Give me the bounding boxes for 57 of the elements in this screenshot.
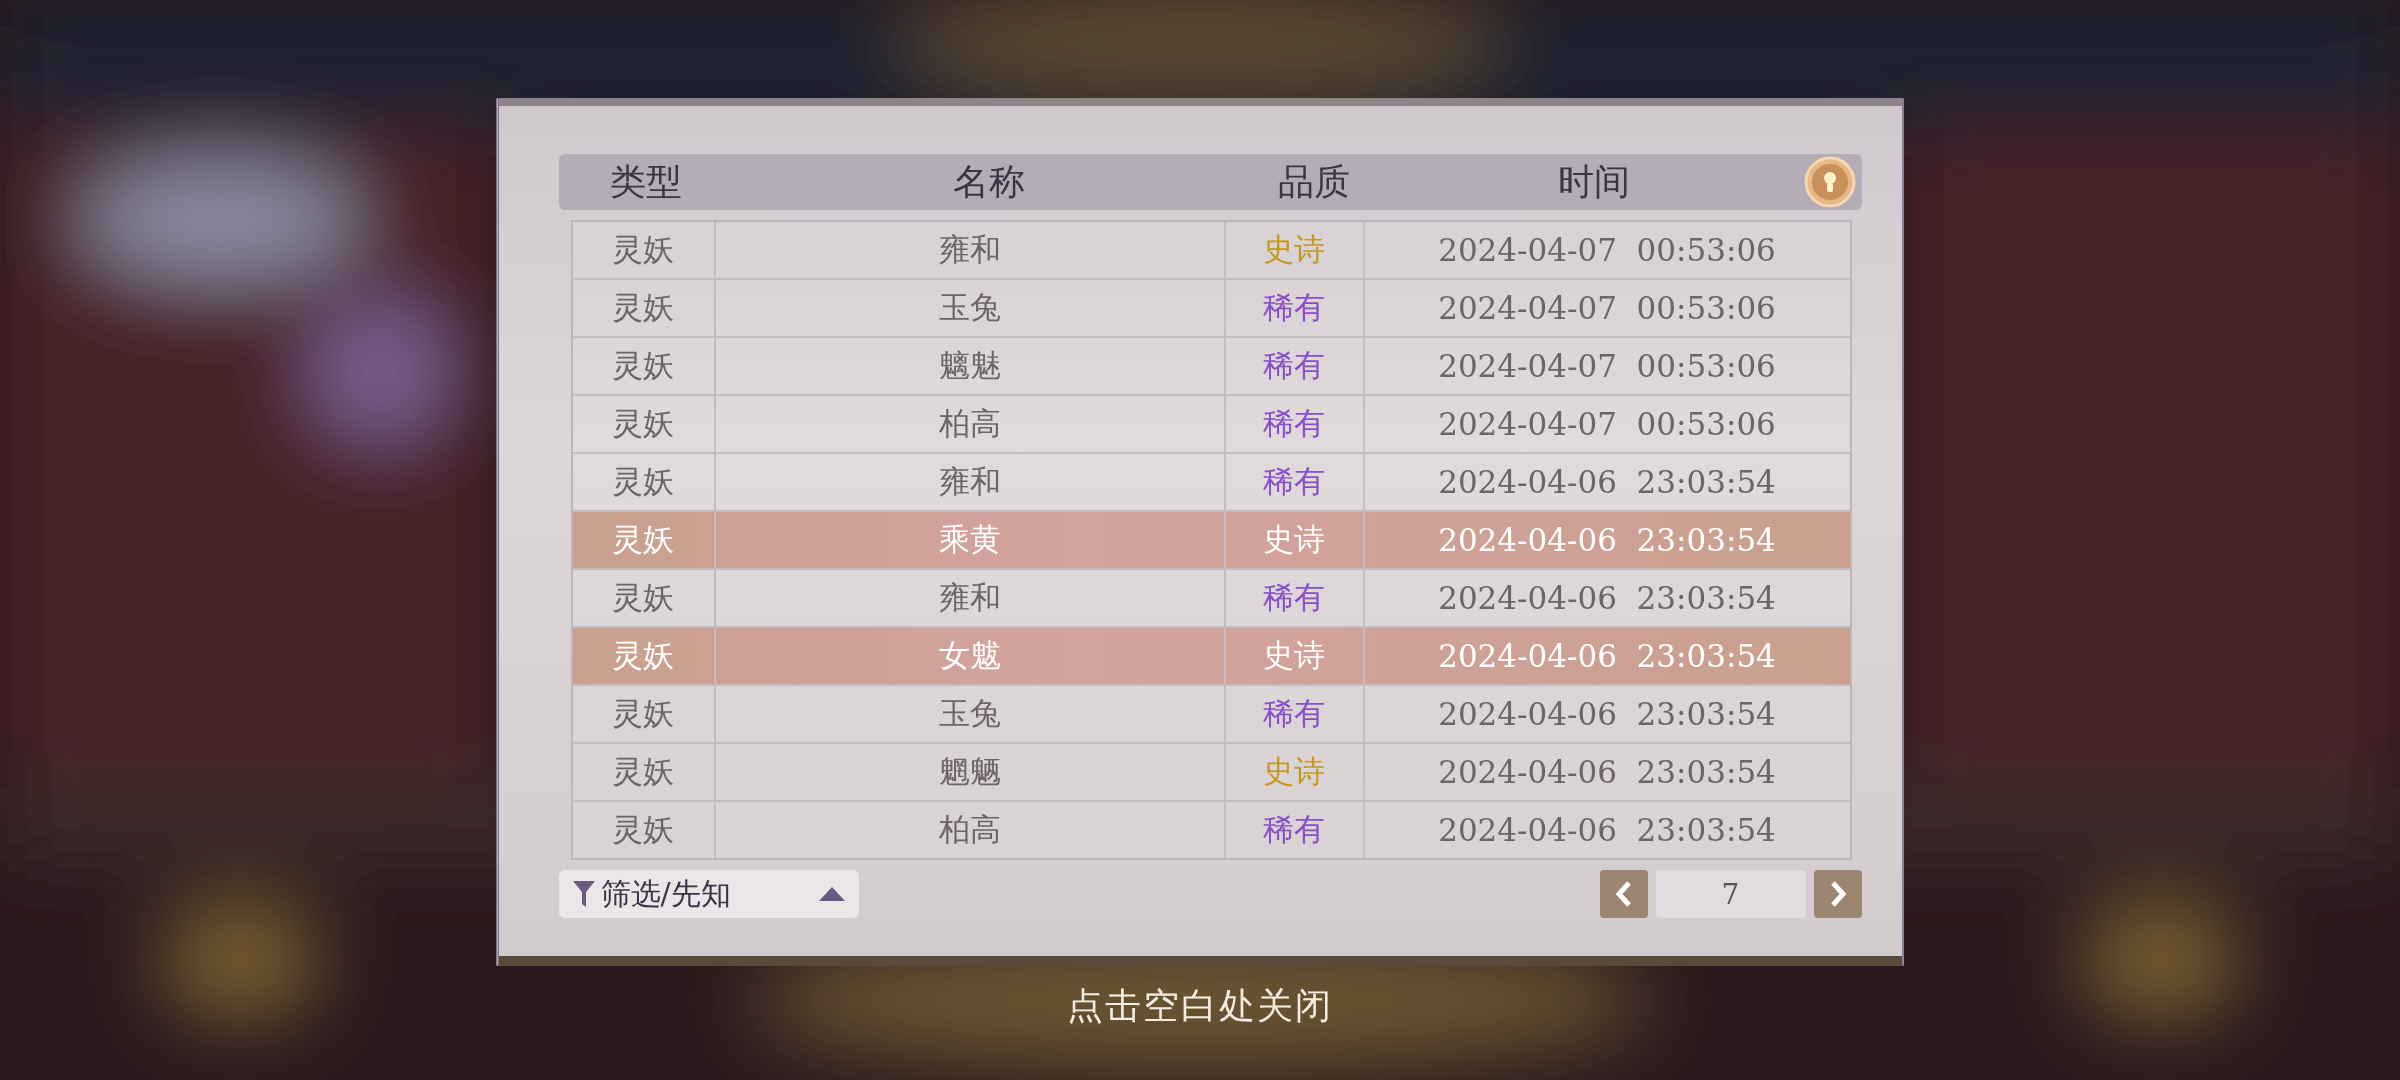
column-header: 时间 — [1556, 159, 1631, 204]
table-cell-text: 2024-04-06 23:03:54 — [1437, 463, 1777, 502]
table-cell: 灵妖 — [572, 802, 716, 858]
close-hint[interactable]: 点击空白处关闭 — [1067, 982, 1333, 1031]
table-cell-text: 2024-04-06 23:03:54 — [1437, 637, 1777, 676]
filter-dropdown[interactable]: 筛选/先知 — [558, 870, 859, 918]
table-cell: 灵妖 — [572, 454, 716, 510]
quality-cell: 史诗 — [1225, 222, 1365, 278]
table-cell-text: 2024-04-06 23:03:54 — [1437, 521, 1777, 560]
quality-cell: 稀有 — [1225, 338, 1365, 394]
table-cell: 魍魉 — [715, 744, 1226, 800]
table-cell: 玉兔 — [715, 686, 1226, 742]
table-cell: 玉兔 — [715, 280, 1226, 336]
table-cell-text: 2024-04-07 00:53:06 — [1437, 289, 1777, 328]
table-cell: 灵妖 — [572, 628, 716, 684]
table-cell: 灵妖 — [572, 280, 716, 336]
quality-cell: 稀有 — [1225, 280, 1365, 336]
table-cell: 柏高 — [715, 802, 1226, 858]
page-number: 7 — [1655, 870, 1806, 918]
quality-cell: 稀有 — [1225, 396, 1365, 452]
table-cell: 雍和 — [715, 222, 1226, 278]
table-cell: 女魃 — [715, 628, 1226, 684]
table-cell: 雍和 — [715, 454, 1226, 510]
quality-cell: 史诗 — [1225, 628, 1365, 684]
table-cell: 灵妖 — [572, 512, 716, 568]
column-header: 品质 — [1276, 159, 1351, 204]
quality-cell: 稀有 — [1225, 802, 1365, 858]
table-cell: 魑魅 — [715, 338, 1226, 394]
table-cell-text: 2024-04-06 23:03:54 — [1437, 811, 1777, 850]
table-cell: 灵妖 — [572, 686, 716, 742]
table-cell: 灵妖 — [572, 396, 716, 452]
table-cell: 灵妖 — [572, 338, 716, 394]
column-header: 名称 — [951, 159, 1026, 204]
table-cell: 乘黄 — [715, 512, 1226, 568]
table-cell: 灵妖 — [572, 222, 716, 278]
table-cell: 灵妖 — [572, 744, 716, 800]
quality-cell: 史诗 — [1225, 744, 1365, 800]
quality-cell: 史诗 — [1225, 512, 1365, 568]
table-cell-text: 2024-04-06 23:03:54 — [1437, 753, 1777, 792]
table-cell-text: 2024-04-07 00:53:06 — [1437, 231, 1777, 270]
table-cell-text: 2024-04-07 00:53:06 — [1437, 347, 1777, 386]
quality-cell: 稀有 — [1225, 570, 1365, 626]
table-cell-text: 2024-04-06 23:03:54 — [1437, 695, 1777, 734]
table-cell: 灵妖 — [572, 570, 716, 626]
next-page-button[interactable] — [1813, 870, 1862, 918]
chevron-left-icon — [1614, 880, 1633, 908]
filter-icon — [572, 881, 595, 907]
table-cell-text: 2024-04-07 00:53:06 — [1437, 405, 1777, 444]
chevron-right-icon — [1828, 880, 1847, 908]
caret-up-icon — [818, 887, 845, 901]
quality-cell: 稀有 — [1225, 686, 1365, 742]
column-header: 类型 — [609, 159, 683, 204]
table-cell: 雍和 — [715, 570, 1226, 626]
table-cell-text: 2024-04-06 23:03:54 — [1437, 579, 1777, 618]
previous-page-button[interactable] — [1599, 870, 1648, 918]
quality-cell: 稀有 — [1225, 454, 1365, 510]
table-cell: 柏高 — [715, 396, 1226, 452]
